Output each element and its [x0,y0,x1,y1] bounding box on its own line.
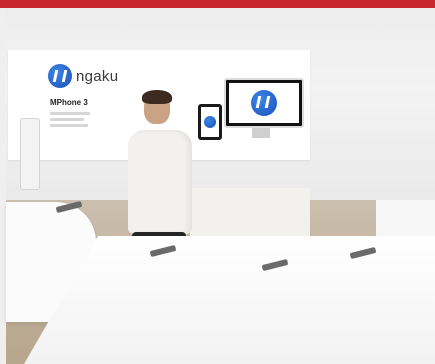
brand-logo: ngaku [48,64,118,88]
spec-line [50,118,84,121]
brand-logo-icon [48,64,72,88]
monitor-logo-icon [251,90,277,116]
spec-line [50,124,88,127]
phone-display [20,118,40,190]
brand-name: ngaku [76,67,119,85]
red-top-strip [0,0,435,8]
monitor-stand [252,128,270,138]
hair [142,90,172,104]
white-shirt [128,130,192,234]
tablet-logo-icon [204,116,216,128]
store-photo: ngaku MPhone 3 [0,0,435,364]
spec-line [50,112,90,115]
tablet-display [198,104,222,140]
monitor-display [224,78,304,128]
product-name: MPhone 3 [50,98,88,107]
